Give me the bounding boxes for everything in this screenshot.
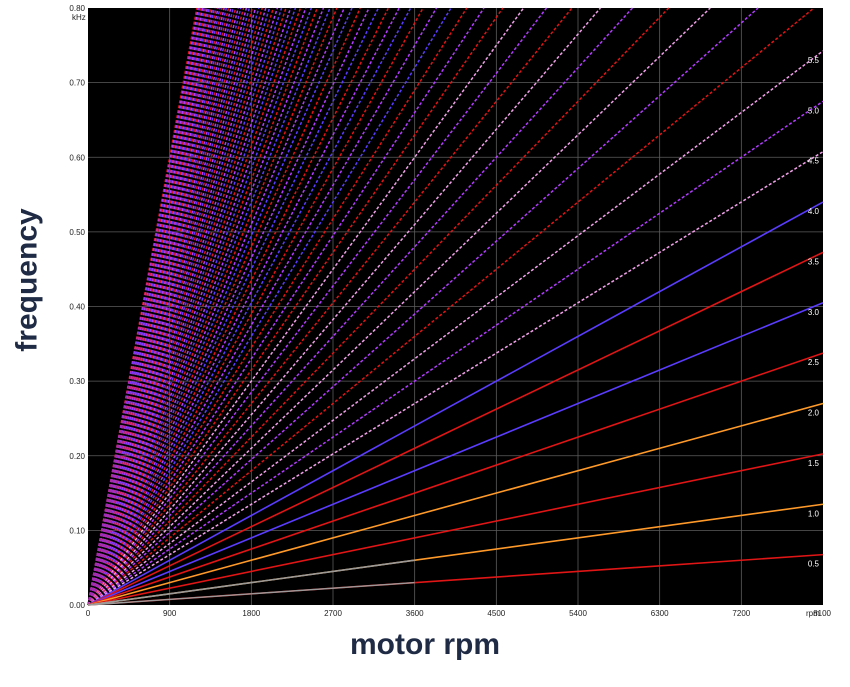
order-label-4.5: 4.5 <box>808 157 820 166</box>
order-label-3.5: 3.5 <box>808 257 820 266</box>
x-tick-label-5: 4500 <box>487 609 505 618</box>
x-tick-label-4: 3600 <box>406 609 424 618</box>
y-tick-label-5: 0.50 <box>69 228 85 237</box>
y-tick-label-3: 0.30 <box>69 377 85 386</box>
y-axis-title-text: frequency <box>11 208 45 352</box>
x-tick-label-8: 7200 <box>732 609 750 618</box>
order-label-5.5: 5.5 <box>808 56 820 65</box>
x-tick-label-1: 900 <box>163 609 177 618</box>
order-label-3.0: 3.0 <box>808 308 820 317</box>
y-axis-title: frequency <box>6 180 50 380</box>
order-label-0.5: 0.5 <box>808 560 820 569</box>
x-axis-title: motor rpm <box>350 628 500 661</box>
x-tick-label-0: 0 <box>86 609 91 618</box>
order-label-2.0: 2.0 <box>808 409 820 418</box>
x-tick-label-6: 5400 <box>569 609 587 618</box>
y-tick-label-1: 0.10 <box>69 526 85 535</box>
y-tick-label-6: 0.60 <box>69 153 85 162</box>
x-unit-label: rpm <box>806 609 820 618</box>
y-tick-label-4: 0.40 <box>69 303 85 312</box>
order-label-2.5: 2.5 <box>808 358 820 367</box>
x-tick-label-7: 6300 <box>651 609 669 618</box>
x-tick-label-3: 2700 <box>324 609 342 618</box>
y-tick-label-7: 0.70 <box>69 79 85 88</box>
order-spectrum-chart: 0.5 1.0 1.5 2.0 2.5 3.0 3.5 4.0 4.5 5.0 5.5 0.00 0.… <box>62 0 836 628</box>
y-tick-label-2: 0.20 <box>69 452 85 461</box>
order-label-5.0: 5.0 <box>808 106 820 115</box>
y-unit-label: kHz <box>72 13 86 22</box>
order-label-1.0: 1.0 <box>808 509 820 518</box>
y-tick-label-8: 0.80 <box>69 4 85 13</box>
x-tick-label-2: 1800 <box>242 609 260 618</box>
order-label-4.0: 4.0 <box>808 207 820 216</box>
order-label-1.5: 1.5 <box>808 459 820 468</box>
y-tick-label-0: 0.00 <box>69 601 85 610</box>
